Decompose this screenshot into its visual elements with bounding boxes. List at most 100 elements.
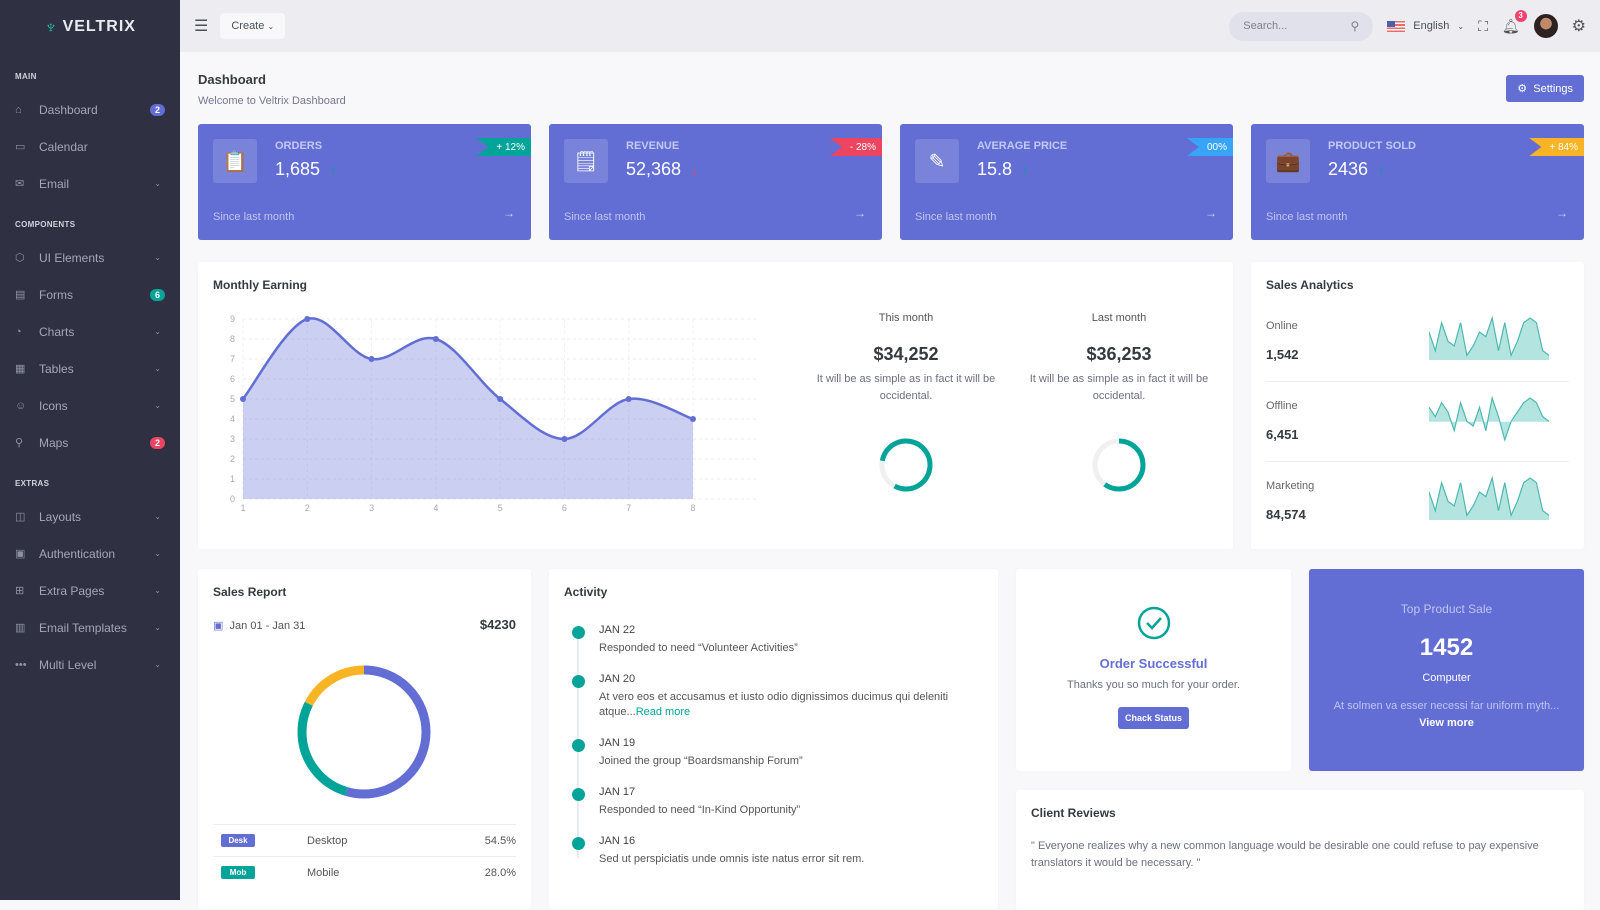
- sidebar-item-label: Authentication: [39, 546, 116, 561]
- stat-number: 2436: [1328, 159, 1369, 179]
- sidebar-badge: 6: [149, 288, 165, 301]
- view-more-link[interactable]: View more: [1419, 717, 1474, 729]
- briefcase-icon: 💼: [1266, 139, 1310, 183]
- sidebar-item-icons[interactable]: ☺ Icons ⌄: [0, 387, 180, 424]
- bell-icon[interactable]: 🔔︎ 3: [1502, 9, 1527, 35]
- y-tick-label: 3: [230, 434, 235, 444]
- data-point[interactable]: [561, 436, 568, 442]
- sidebar: ♆ VELTRIX MAIN ⌂ Dashboard 2 ▭ Calendar ✉ Email…: [0, 0, 180, 900]
- calendar-icon: ▭: [15, 141, 26, 153]
- gear-icon[interactable]: ⚙: [1572, 16, 1586, 36]
- sidebar-item-forms[interactable]: ▤ Forms 6: [0, 276, 180, 313]
- last-month-progress-ring: [1092, 438, 1146, 492]
- data-point[interactable]: [368, 356, 375, 362]
- search-input[interactable]: Search... ⚲: [1229, 11, 1374, 41]
- stat-title: AVERAGE PRICE: [977, 140, 1068, 152]
- change-ribbon: + 12%: [476, 138, 531, 156]
- data-point[interactable]: [240, 396, 246, 402]
- sidebar-item-label: Tables: [39, 361, 74, 376]
- sidebar-item-email[interactable]: ✉ Email ⌄: [0, 165, 180, 202]
- sidebar-item-layouts[interactable]: ◫ Layouts ⌄: [0, 498, 180, 535]
- activity-date: JAN 16: [599, 835, 636, 847]
- sidebar-badge: 2: [149, 436, 165, 449]
- sales-report-row: Mob Mobile 28.0%: [213, 856, 516, 888]
- activity-timeline: JAN 22 Responded to need “Volunteer Activ…: [572, 624, 975, 884]
- data-point[interactable]: [690, 416, 696, 422]
- avatar[interactable]: [1533, 14, 1558, 38]
- data-point[interactable]: [304, 316, 311, 322]
- logo-icon: ♆: [44, 16, 59, 37]
- x-tick-label: 7: [626, 503, 631, 513]
- create-label: Create: [231, 20, 265, 32]
- last-month-label: Last month: [1091, 312, 1147, 324]
- activity-text-body: Responded to need “In-Kind Opportunity”: [599, 804, 801, 816]
- order-success-card: Order Successful Thanks you so much for …: [1016, 569, 1291, 771]
- data-point[interactable]: [625, 396, 632, 402]
- y-tick-label: 7: [230, 354, 235, 364]
- create-dropdown[interactable]: Create ⌄: [220, 13, 286, 39]
- chevron-down-icon: ⌄: [154, 327, 161, 336]
- check-status-button[interactable]: Chack Status: [1117, 707, 1190, 729]
- sidebar-item-tables[interactable]: ▦ Tables ⌄: [0, 350, 180, 387]
- chevron-down-icon: ⌄: [267, 22, 275, 31]
- since-label: Since last month: [564, 211, 646, 223]
- language-selector[interactable]: English ⌄: [1387, 20, 1464, 32]
- activity-text: Joined the group “Boardsmanship Forum”: [599, 754, 975, 769]
- data-point[interactable]: [497, 396, 504, 402]
- top-product-card: Top Product Sale 1452 Computer At solmen…: [1309, 569, 1584, 771]
- sidebar-item-label: Dashboard: [39, 102, 98, 117]
- stat-value: 15.8 ↑: [977, 159, 1029, 180]
- sidebar-item-multi-level[interactable]: ••• Multi Level ⌄: [0, 646, 180, 683]
- arrow-right-icon[interactable]: →: [1205, 206, 1217, 220]
- stat-card-average-price: ✎ AVERAGE PRICE 15.8 ↑ 00% Since last month →: [900, 124, 1233, 240]
- since-label: Since last month: [1266, 211, 1348, 223]
- sparkline: [1429, 315, 1549, 360]
- orders-icon: 📋: [213, 139, 257, 183]
- sidebar-item-label: Calendar: [39, 139, 88, 154]
- sidebar-item-email-templates[interactable]: ▥ Email Templates ⌄: [0, 609, 180, 646]
- arrow-right-icon[interactable]: →: [1556, 206, 1568, 220]
- activity-date: JAN 22: [599, 624, 636, 636]
- sidebar-item-extra-pages[interactable]: ⊞ Extra Pages ⌄: [0, 572, 180, 609]
- sidebar-item-charts[interactable]: ◔ Charts ⌄: [0, 313, 180, 350]
- gear-icon: ⚙: [1517, 83, 1528, 95]
- arrow-up-icon: ↑: [1378, 163, 1385, 178]
- arrow-right-icon[interactable]: →: [854, 206, 866, 220]
- sidebar-item-authentication[interactable]: ▣ Authentication ⌄: [0, 535, 180, 572]
- activity-card: Activity JAN 22 Responded to need “Volunt…: [549, 569, 998, 909]
- chevron-down-icon: ⌄: [154, 549, 161, 558]
- menu-toggle-icon[interactable]: ☰: [194, 16, 208, 36]
- stat-number: 1,685: [275, 159, 321, 179]
- list-item: JAN 19 Joined the group “Boardsmanship Fo…: [572, 737, 975, 769]
- sidebar-item-dashboard[interactable]: ⌂ Dashboard 2: [0, 91, 180, 128]
- list-item: JAN 16 Sed ut perspiciatis unde omnis ist…: [572, 835, 975, 867]
- stat-value: 52,368 ↓: [626, 159, 698, 180]
- logo[interactable]: ♆ VELTRIX: [0, 0, 180, 54]
- analytics-value: 1,542: [1266, 347, 1299, 362]
- activity-date: JAN 20: [599, 673, 636, 685]
- y-tick-label: 2: [230, 454, 235, 464]
- sidebar-item-calendar[interactable]: ▭ Calendar: [0, 128, 180, 165]
- list-item: JAN 22 Responded to need “Volunteer Activ…: [572, 624, 975, 656]
- data-point[interactable]: [432, 336, 439, 342]
- sidebar-item-label: Layouts: [39, 509, 82, 524]
- stat-number: 52,368: [626, 159, 682, 179]
- stat-cards: 📋 ORDERS 1,685 ↑ + 12% Since last month → 🗒 REVE…: [198, 124, 1584, 240]
- mail-icon: ✉: [15, 178, 25, 190]
- search-icon[interactable]: ⚲: [1350, 19, 1359, 33]
- sidebar-item-label: Email: [39, 176, 70, 191]
- sales-report-row: Desk Desktop 54.5%: [213, 824, 516, 856]
- settings-button[interactable]: ⚙ Settings: [1506, 75, 1584, 102]
- read-more-link[interactable]: Read more: [636, 706, 690, 718]
- card-title: Client Reviews: [1031, 806, 1116, 820]
- activity-text-body: Sed ut perspiciatis unde omnis iste natu…: [599, 853, 865, 865]
- card-title: Sales Report: [213, 585, 287, 599]
- menu-section-title: EXTRAS: [15, 479, 50, 488]
- map-pin-icon: ⚲: [15, 437, 24, 449]
- sidebar-item-maps[interactable]: ⚲ Maps 2: [0, 424, 180, 461]
- sidebar-nav: MAIN ⌂ Dashboard 2 ▭ Calendar ✉ Email ⌄ COMPONENT…: [0, 72, 180, 683]
- sidebar-item-ui-elements[interactable]: ⬡ UI Elements ⌄: [0, 239, 180, 276]
- arrow-right-icon[interactable]: →: [503, 206, 515, 220]
- this-month-progress-ring: [879, 438, 933, 492]
- fullscreen-icon[interactable]: ⛶: [1478, 18, 1488, 35]
